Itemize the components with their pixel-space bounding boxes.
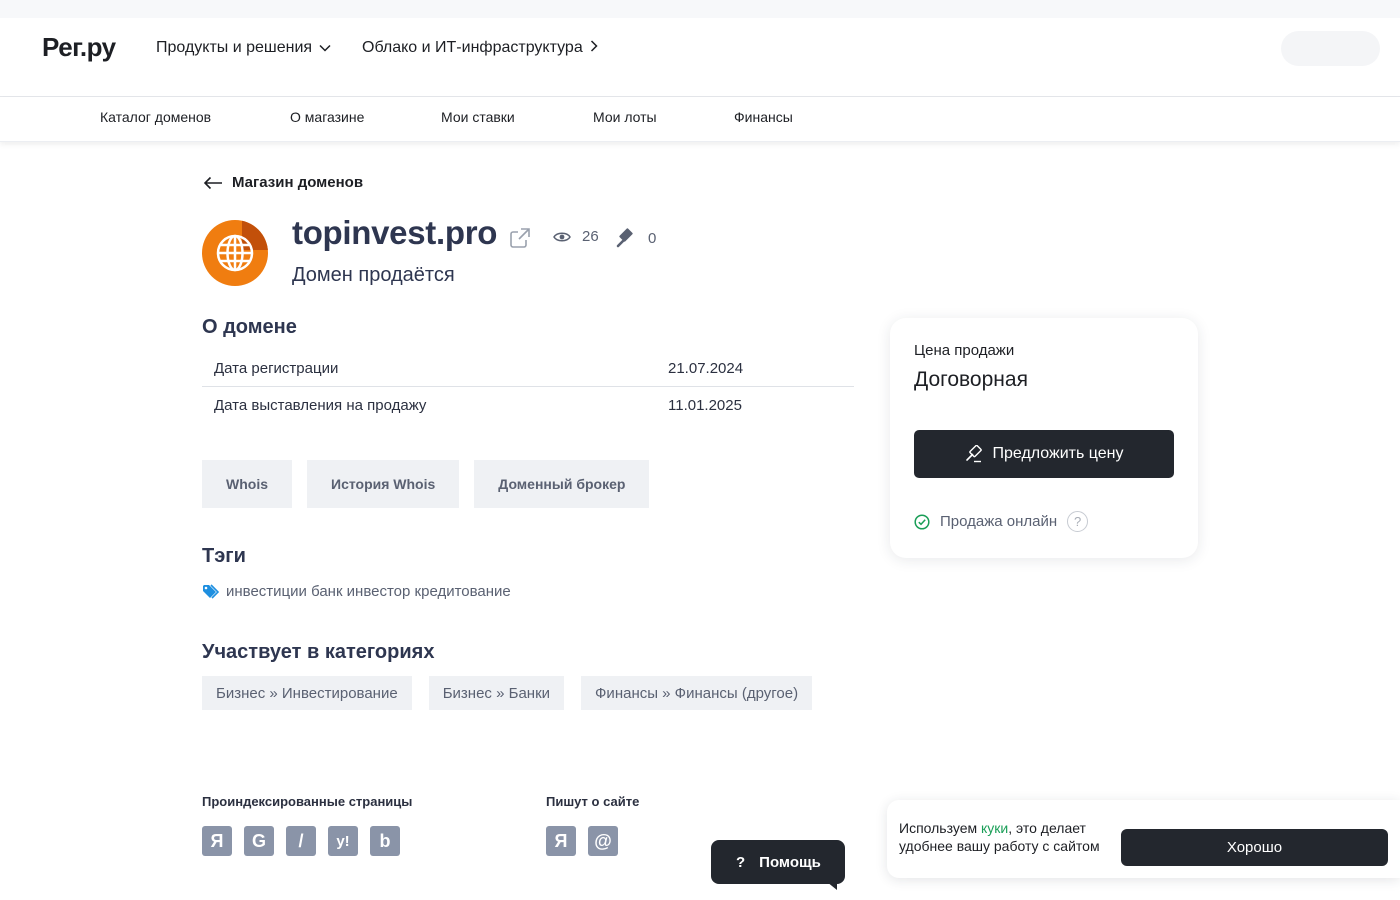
subnav-my-lots[interactable]: Мои лоты (593, 109, 657, 125)
nav-cloud[interactable]: Облако и ИТ-инфраструктура (362, 39, 598, 57)
bids-count: 0 (648, 229, 657, 247)
mail-icon[interactable]: @ (588, 826, 618, 856)
tags-text[interactable]: инвестиции банк инвестор кредитование (226, 583, 511, 600)
yandex-icon[interactable]: Я (202, 826, 232, 856)
tags-title: Тэги (202, 545, 246, 567)
subnav-about-shop[interactable]: О магазине (290, 109, 364, 125)
yahoo-icon[interactable]: y! (328, 826, 358, 856)
row-key: Дата регистрации (214, 359, 339, 377)
nav-cloud-label: Облако и ИТ-инфраструктура (362, 39, 583, 56)
back-link-label: Магазин доменов (232, 174, 364, 191)
arrow-left-icon (203, 176, 222, 189)
search-engine-links: Я G / y! b (202, 826, 412, 856)
subnav-finance[interactable]: Финансы (734, 109, 793, 125)
views-counter: 26 (553, 228, 599, 245)
table-row: Дата выставления на продажу 11.01.2025 (202, 387, 854, 424)
offer-price-button[interactable]: Предложить цену (914, 430, 1174, 478)
mention-links: Я @ (546, 826, 630, 856)
cookie-text-start: Используем (899, 820, 981, 836)
category-chip[interactable]: Финансы » Финансы (другое) (581, 676, 813, 710)
external-link-icon[interactable] (508, 226, 532, 255)
eye-icon (553, 232, 571, 241)
price-card: Цена продажи Договорная Предложить цену … (890, 318, 1198, 558)
subnav-catalog[interactable]: Каталог доменов (100, 109, 211, 125)
tool-buttons: Whois История Whois Доменный брокер (202, 460, 664, 508)
help-label: Помощь (759, 853, 821, 871)
account-placeholder[interactable] (1281, 31, 1380, 66)
mentions-title: Пишут о сайте (546, 794, 640, 809)
subnav-my-bids[interactable]: Мои ставки (441, 109, 515, 125)
bing-icon[interactable]: b (370, 826, 400, 856)
globe-icon (216, 234, 254, 272)
online-sale: Продажа онлайн ? (914, 511, 1089, 532)
row-value: 11.01.2025 (668, 397, 742, 414)
gavel-icon (616, 228, 633, 248)
domain-name: topinvest.pro (292, 214, 498, 251)
chevron-right-icon (590, 39, 598, 57)
back-link[interactable]: Магазин доменов (203, 174, 363, 191)
tag-icon (203, 583, 220, 599)
price-value: Договорная (914, 368, 1028, 391)
domain-logo (202, 220, 268, 286)
cookie-accept-button[interactable]: Хорошо (1121, 829, 1388, 866)
help-button[interactable]: ? Помощь (711, 840, 845, 890)
top-header: Рег.ру Продукты и решения Облако и ИТ-ин… (0, 0, 1400, 97)
about-table: Дата регистрации 21.07.2024 Дата выставл… (202, 350, 854, 424)
offer-price-label: Предложить цену (992, 445, 1124, 462)
online-sale-label: Продажа онлайн (940, 513, 1058, 530)
cookie-link[interactable]: куки (981, 820, 1008, 836)
row-key: Дата выставления на продажу (214, 397, 427, 414)
whois-button[interactable]: Whois (202, 460, 292, 508)
site-logo[interactable]: Рег.ру (42, 32, 116, 63)
indexed-title: Проиндексированные страницы (202, 794, 413, 809)
domain-status: Домен продаётся (292, 264, 455, 286)
cookie-banner: Используем куки, это делает удобнее вашу… (887, 800, 1400, 878)
price-label: Цена продажи (914, 342, 1015, 359)
nav-products[interactable]: Продукты и решения (156, 39, 331, 57)
check-circle-icon (914, 513, 930, 530)
category-chip[interactable]: Бизнес » Инвестирование (202, 676, 412, 710)
question-icon: ? (736, 853, 746, 871)
chevron-down-icon (319, 39, 331, 57)
nav-products-label: Продукты и решения (156, 39, 313, 56)
category-chip[interactable]: Бизнес » Банки (428, 676, 565, 710)
google-icon[interactable]: G (244, 826, 274, 856)
table-row: Дата регистрации 21.07.2024 (202, 350, 854, 387)
domain-broker-button[interactable]: Доменный брокер (474, 460, 650, 508)
question-icon[interactable]: ? (1067, 511, 1089, 532)
categories-title: Участвует в категориях (202, 641, 435, 663)
about-title: О домене (202, 316, 297, 338)
tags-list: инвестиции банк инвестор кредитование (202, 583, 511, 600)
shop-subnav: Каталог доменов О магазине Мои ставки Мо… (0, 97, 1400, 142)
cookie-text: Используем куки, это делает удобнее вашу… (899, 819, 1119, 855)
bids-counter: 0 (615, 228, 656, 248)
rambler-icon[interactable]: / (286, 826, 316, 856)
gavel-icon (965, 445, 982, 463)
whois-history-button[interactable]: История Whois (307, 460, 460, 508)
views-count: 26 (582, 228, 599, 245)
row-value: 21.07.2024 (668, 359, 744, 377)
categories-list: Бизнес » Инвестирование Бизнес » Банки Ф… (202, 676, 829, 710)
yandex-icon[interactable]: Я (546, 826, 576, 856)
